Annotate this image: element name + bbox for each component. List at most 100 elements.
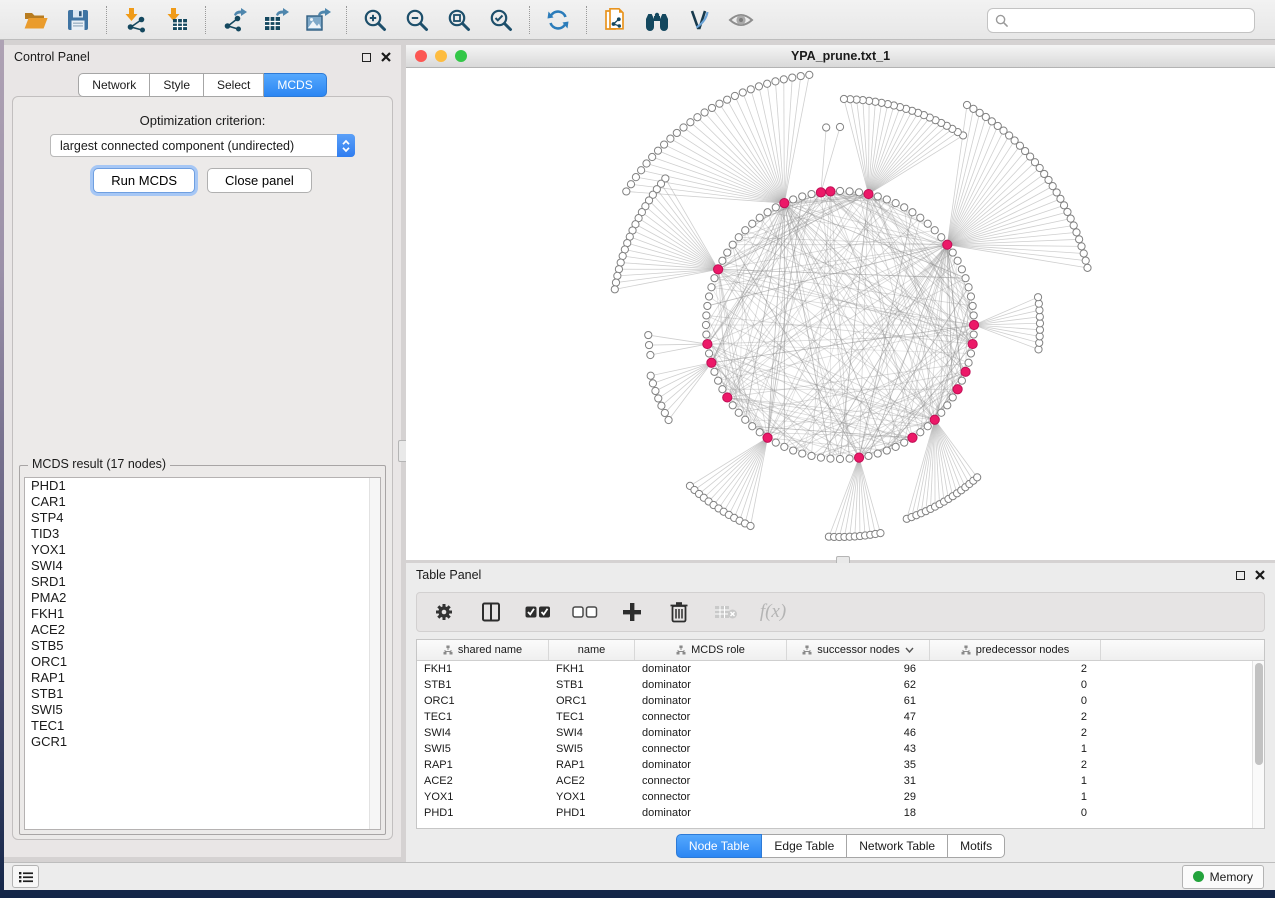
graph-node[interactable] <box>749 220 756 227</box>
graph-leaf-node[interactable] <box>661 409 668 416</box>
graph-mcds-node[interactable] <box>969 320 978 329</box>
graph-node[interactable] <box>958 266 965 273</box>
graph-leaf-node[interactable] <box>617 259 624 266</box>
graph-leaf-node[interactable] <box>655 395 662 402</box>
graph-mcds-node[interactable] <box>780 199 789 208</box>
search-input[interactable] <box>1013 14 1247 28</box>
graph-node[interactable] <box>702 321 709 328</box>
graph-leaf-node[interactable] <box>665 416 672 423</box>
graph-node[interactable] <box>901 204 908 211</box>
memory-button[interactable]: Memory <box>1182 865 1264 889</box>
graph-node[interactable] <box>901 439 908 446</box>
graph-node[interactable] <box>892 443 899 450</box>
deselect-all-button[interactable] <box>572 599 598 625</box>
mcds-result-item[interactable]: SWI5 <box>25 702 380 718</box>
column-header-name[interactable]: name <box>549 640 635 660</box>
graph-mcds-node[interactable] <box>826 187 835 196</box>
close-panel-button[interactable]: Close panel <box>207 168 312 193</box>
graph-leaf-node[interactable] <box>649 380 656 387</box>
table-row[interactable]: ORC1ORC1dominator610 <box>417 693 1264 709</box>
graph-leaf-node[interactable] <box>658 402 665 409</box>
graph-leaf-node[interactable] <box>974 474 981 481</box>
graph-leaf-node[interactable] <box>701 109 708 116</box>
mcds-result-item[interactable]: STB1 <box>25 686 380 702</box>
graph-mcds-node[interactable] <box>943 240 952 249</box>
graph-node[interactable] <box>883 196 890 203</box>
clone-network-button[interactable] <box>597 4 633 36</box>
export-image-button[interactable] <box>300 4 336 36</box>
graph-node[interactable] <box>735 409 742 416</box>
graph-leaf-node[interactable] <box>654 147 661 154</box>
save-session-button[interactable] <box>60 4 96 36</box>
run-mcds-button[interactable]: Run MCDS <box>93 168 195 193</box>
column-header-shared-name[interactable]: shared name <box>417 640 549 660</box>
graph-leaf-node[interactable] <box>772 78 779 85</box>
graph-leaf-node[interactable] <box>724 96 731 103</box>
graph-node[interactable] <box>711 368 718 375</box>
graph-node[interactable] <box>970 312 977 319</box>
graph-leaf-node[interactable] <box>1073 229 1080 236</box>
column-header-successor-nodes[interactable]: successor nodes <box>787 640 930 660</box>
graph-mcds-node[interactable] <box>908 433 917 442</box>
graph-leaf-node[interactable] <box>806 71 813 78</box>
mcds-result-item[interactable]: GCR1 <box>25 734 380 750</box>
task-history-button[interactable] <box>12 865 39 888</box>
graph-leaf-node[interactable] <box>797 72 804 79</box>
tab-style[interactable]: Style <box>150 73 204 97</box>
graph-node[interactable] <box>967 293 974 300</box>
graph-node[interactable] <box>967 350 974 357</box>
graph-leaf-node[interactable] <box>611 286 618 293</box>
graph-node[interactable] <box>938 409 945 416</box>
network-canvas[interactable] <box>406 68 1275 560</box>
graph-node[interactable] <box>756 214 763 221</box>
mcds-result-item[interactable]: PMA2 <box>25 590 380 606</box>
graph-leaf-node[interactable] <box>643 160 650 167</box>
mcds-result-item[interactable]: TID3 <box>25 526 380 542</box>
graph-node[interactable] <box>808 190 815 197</box>
table-row[interactable]: PHD1PHD1dominator180 <box>417 805 1264 821</box>
graph-node[interactable] <box>962 275 969 282</box>
graph-leaf-node[interactable] <box>1082 257 1089 264</box>
tab-network-table[interactable]: Network Table <box>847 834 948 858</box>
graph-leaf-node[interactable] <box>1084 264 1091 271</box>
graph-leaf-node[interactable] <box>638 167 645 174</box>
zoom-in-button[interactable] <box>357 4 393 36</box>
mcds-result-item[interactable]: YOX1 <box>25 542 380 558</box>
export-network-button[interactable] <box>216 4 252 36</box>
import-table-button[interactable] <box>159 4 195 36</box>
graph-leaf-node[interactable] <box>823 124 830 131</box>
table-scrollbar-thumb[interactable] <box>1255 663 1263 765</box>
graph-node[interactable] <box>917 214 924 221</box>
graph-node[interactable] <box>705 350 712 357</box>
graph-leaf-node[interactable] <box>747 86 754 93</box>
graph-node[interactable] <box>836 187 843 194</box>
graph-mcds-node[interactable] <box>968 339 977 348</box>
graph-node[interactable] <box>949 394 956 401</box>
graph-leaf-node[interactable] <box>731 92 738 99</box>
graph-node[interactable] <box>954 257 961 264</box>
graph-node[interactable] <box>874 193 881 200</box>
graph-leaf-node[interactable] <box>680 124 687 131</box>
zoom-fit-button[interactable] <box>441 4 477 36</box>
graph-leaf-node[interactable] <box>764 80 771 87</box>
graph-node[interactable] <box>711 275 718 282</box>
graph-node[interactable] <box>917 429 924 436</box>
graph-leaf-node[interactable] <box>687 119 694 126</box>
graph-leaf-node[interactable] <box>694 114 701 121</box>
graph-leaf-node[interactable] <box>627 181 634 188</box>
graph-node[interactable] <box>808 452 815 459</box>
graph-leaf-node[interactable] <box>739 89 746 96</box>
graph-leaf-node[interactable] <box>647 372 654 379</box>
table-row[interactable]: RAP1RAP1dominator352 <box>417 757 1264 773</box>
graph-node[interactable] <box>924 220 931 227</box>
zoom-selected-button[interactable] <box>483 4 519 36</box>
table-row[interactable]: STB1STB1dominator620 <box>417 677 1264 693</box>
toggle-graphics-details-button[interactable] <box>681 4 717 36</box>
graph-node[interactable] <box>883 447 890 454</box>
show-columns-button[interactable] <box>478 599 504 625</box>
graph-leaf-node[interactable] <box>612 279 619 286</box>
graph-node[interactable] <box>836 455 843 462</box>
graph-leaf-node[interactable] <box>1080 250 1087 257</box>
delete-column-button[interactable] <box>666 599 692 625</box>
graph-leaf-node[interactable] <box>789 74 796 81</box>
